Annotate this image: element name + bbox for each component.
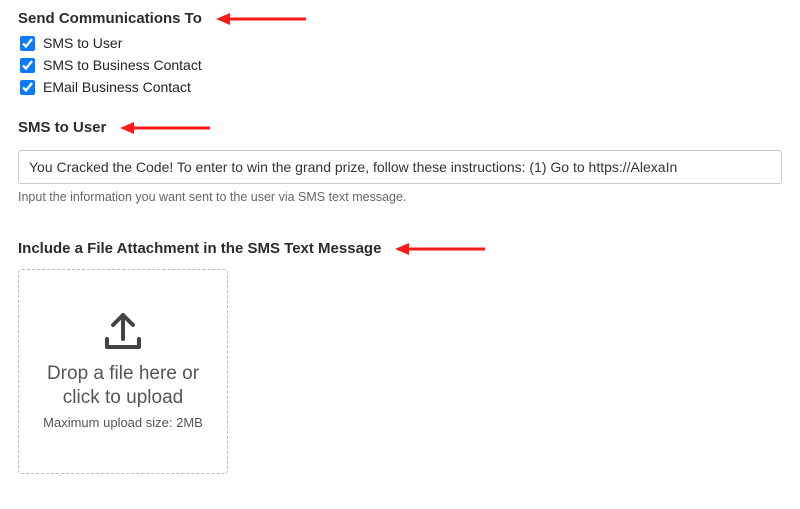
- checkbox-row-email-business: EMail Business Contact: [18, 79, 782, 95]
- arrow-annotation-icon: [395, 242, 485, 256]
- file-dropzone[interactable]: Drop a file here or click to upload Maxi…: [18, 269, 228, 474]
- sms-user-input[interactable]: [18, 150, 782, 184]
- checkbox-email-business[interactable]: [20, 80, 35, 95]
- sms-user-helper: Input the information you want sent to t…: [18, 190, 782, 204]
- arrow-annotation-icon: [120, 121, 210, 135]
- checkbox-row-sms-user: SMS to User: [18, 35, 782, 51]
- dropzone-sub-text: Maximum upload size: 2MB: [43, 415, 203, 432]
- checkbox-sms-user[interactable]: [20, 36, 35, 51]
- section-title-send-to: Send Communications To: [18, 10, 202, 27]
- checkbox-sms-business[interactable]: [20, 58, 35, 73]
- section-header-attachment: Include a File Attachment in the SMS Tex…: [18, 240, 782, 257]
- section-header-sms-user: SMS to User: [18, 119, 782, 136]
- checkbox-label: SMS to User: [43, 35, 122, 51]
- checkbox-label: SMS to Business Contact: [43, 57, 202, 73]
- dropzone-main-text: Drop a file here or click to upload: [31, 362, 215, 410]
- arrow-annotation-icon: [216, 12, 306, 26]
- checkbox-label: EMail Business Contact: [43, 79, 191, 95]
- checkbox-row-sms-business: SMS to Business Contact: [18, 57, 782, 73]
- section-header-send-to: Send Communications To: [18, 10, 782, 27]
- section-title-attachment: Include a File Attachment in the SMS Tex…: [18, 240, 381, 257]
- upload-icon: [101, 311, 145, 356]
- section-title-sms-user: SMS to User: [18, 119, 106, 136]
